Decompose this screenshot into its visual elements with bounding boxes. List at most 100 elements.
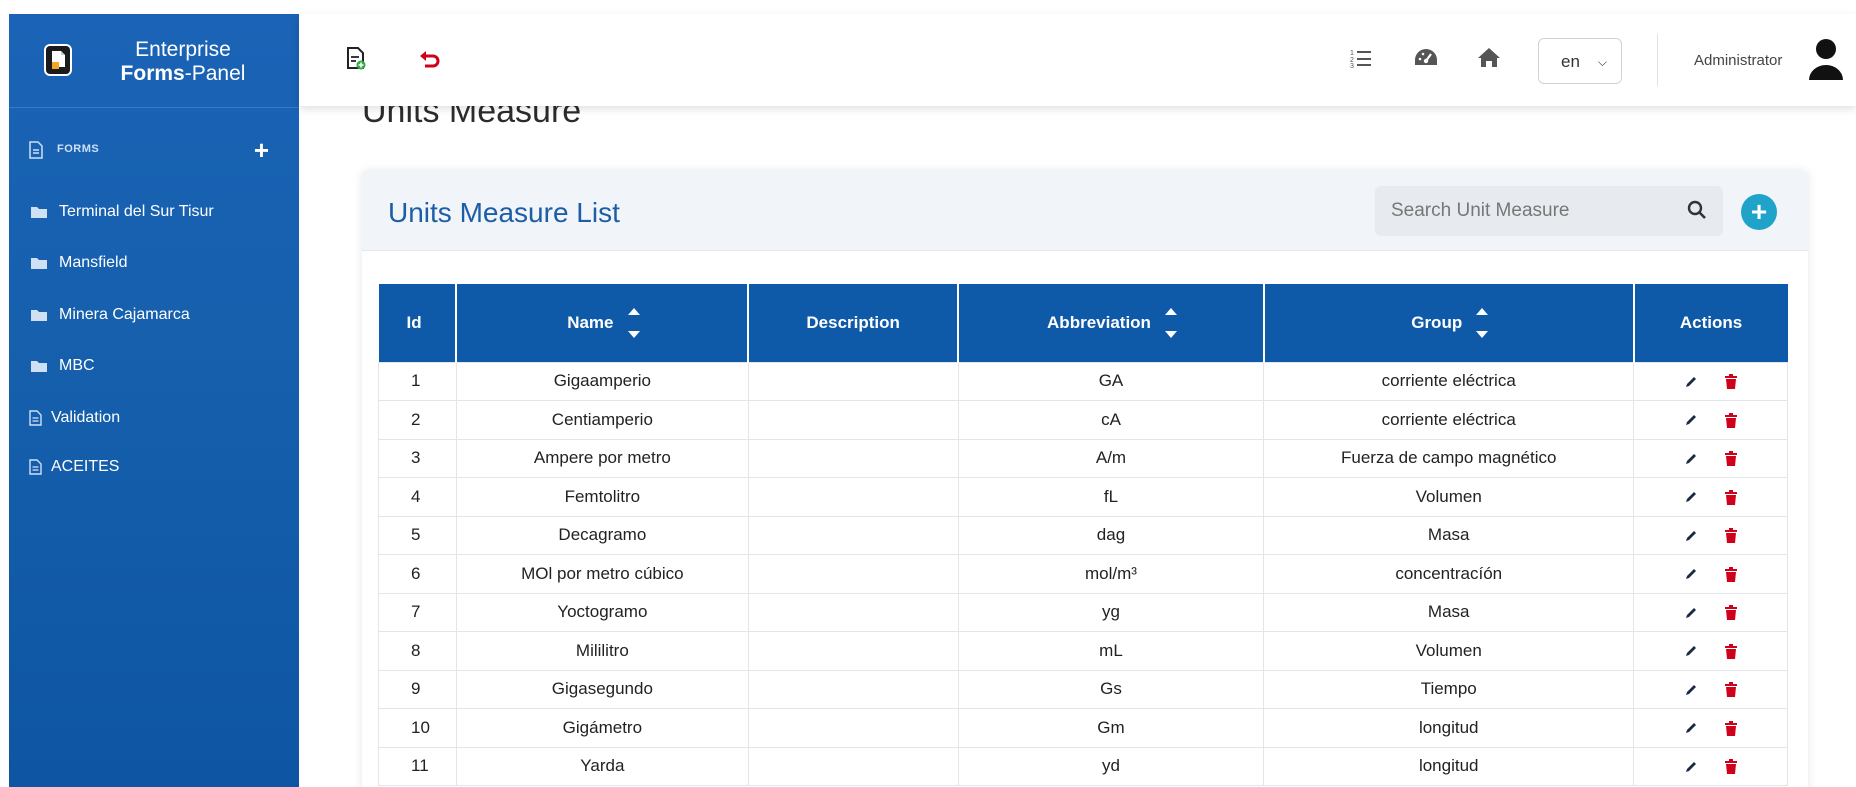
cell-id: 6 xyxy=(378,554,457,594)
edit-icon[interactable] xyxy=(1684,606,1698,620)
delete-icon[interactable] xyxy=(1724,605,1737,621)
table-row: 3 Ampere por metro A/m Fuerza de campo m… xyxy=(378,438,1788,478)
edit-icon[interactable] xyxy=(1684,452,1698,466)
add-form-button[interactable]: + xyxy=(254,135,269,165)
edit-icon[interactable] xyxy=(1684,644,1698,658)
cell-name: Mililitro xyxy=(455,631,749,671)
column-header-group[interactable]: Group xyxy=(1263,284,1635,362)
edit-icon[interactable] xyxy=(1684,760,1698,774)
units-measure-card: Units Measure List + Id Name Description… xyxy=(362,171,1808,787)
cell-actions xyxy=(1633,592,1788,632)
search-box xyxy=(1375,186,1723,236)
cell-name: Yoctogramo xyxy=(455,592,749,632)
cell-abbreviation: GA xyxy=(957,361,1265,401)
edit-icon[interactable] xyxy=(1684,721,1698,735)
column-header-name[interactable]: Name xyxy=(456,284,750,362)
table-row: 2 Centiamperio cA corriente eléctrica xyxy=(378,400,1788,440)
delete-icon[interactable] xyxy=(1724,489,1737,505)
sidebar-item-label: Mansfield xyxy=(59,254,128,271)
cell-name: Decagramo xyxy=(455,515,749,555)
undo-icon[interactable] xyxy=(419,50,441,70)
table-row: 10 Gigámetro Gm longitud xyxy=(378,708,1788,748)
delete-icon[interactable] xyxy=(1724,720,1737,736)
cell-description xyxy=(747,669,959,709)
cell-description xyxy=(747,438,959,478)
brand-logo-icon xyxy=(44,44,72,76)
column-header-actions: Actions xyxy=(1633,284,1788,362)
cell-group: longitud xyxy=(1263,708,1635,748)
delete-icon[interactable] xyxy=(1724,412,1737,428)
cell-group: Fuerza de campo magnético xyxy=(1263,438,1635,478)
cell-group: Masa xyxy=(1263,515,1635,555)
edit-icon[interactable] xyxy=(1684,567,1698,581)
cell-name: Gigámetro xyxy=(455,708,749,748)
cell-group: longitud xyxy=(1263,746,1635,786)
cell-description xyxy=(747,477,959,517)
table-row: 9 Gigasegundo Gs Tiempo xyxy=(378,669,1788,709)
add-unit-button[interactable]: + xyxy=(1741,194,1777,230)
document-icon xyxy=(29,459,42,475)
sidebar-item-mansfield[interactable]: Mansfield xyxy=(9,241,299,285)
edit-icon[interactable] xyxy=(1684,375,1698,389)
cell-actions xyxy=(1633,631,1788,671)
cell-description xyxy=(747,554,959,594)
cell-actions xyxy=(1633,669,1788,709)
edit-icon[interactable] xyxy=(1684,490,1698,504)
cell-name: Centiamperio xyxy=(455,400,749,440)
delete-icon[interactable] xyxy=(1724,528,1737,544)
cell-group: Volumen xyxy=(1263,477,1635,517)
brand-line2-rest: -Panel xyxy=(184,62,246,85)
language-select[interactable]: en ⌵ xyxy=(1538,38,1622,84)
search-input[interactable] xyxy=(1391,186,1661,236)
folder-icon xyxy=(31,361,47,372)
sidebar-item-terminal-del-sur-tisur[interactable]: Terminal del Sur Tisur xyxy=(9,190,299,234)
list-icon[interactable]: 1 2 3 xyxy=(1350,48,1372,68)
brand-line1: Enterprise xyxy=(135,38,231,61)
sidebar-item-mbc[interactable]: MBC xyxy=(9,344,299,388)
cell-description xyxy=(747,631,959,671)
cell-description xyxy=(747,400,959,440)
user-avatar-icon[interactable] xyxy=(1807,38,1845,82)
search-icon[interactable] xyxy=(1687,200,1707,220)
cell-actions xyxy=(1633,515,1788,555)
sidebar-item-aceites[interactable]: ACEITES xyxy=(9,445,299,489)
table-row: 11 Yarda yd longitud xyxy=(378,746,1788,786)
edit-icon[interactable] xyxy=(1684,529,1698,543)
new-form-icon[interactable] xyxy=(346,46,366,70)
column-header-abbreviation[interactable]: Abbreviation xyxy=(958,284,1265,362)
delete-icon[interactable] xyxy=(1724,374,1737,390)
sidebar-item-label: MBC xyxy=(59,357,95,374)
cell-actions xyxy=(1633,438,1788,478)
user-name[interactable]: Administrator xyxy=(1694,52,1782,69)
cell-abbreviation: A/m xyxy=(957,438,1265,478)
edit-icon[interactable] xyxy=(1684,413,1698,427)
folder-icon xyxy=(31,258,47,269)
home-icon[interactable] xyxy=(1477,46,1501,68)
language-value: en xyxy=(1561,52,1580,71)
delete-icon[interactable] xyxy=(1724,566,1737,582)
sort-icon[interactable] xyxy=(627,307,640,338)
edit-icon[interactable] xyxy=(1684,683,1698,697)
sidebar-item-minera-cajamarca[interactable]: Minera Cajamarca xyxy=(9,293,299,337)
cell-id: 3 xyxy=(378,438,457,478)
delete-icon[interactable] xyxy=(1724,759,1737,775)
cell-actions xyxy=(1633,400,1788,440)
cell-id: 1 xyxy=(378,361,457,401)
folder-icon xyxy=(31,310,47,321)
document-icon xyxy=(29,141,43,159)
sidebar-item-label: Minera Cajamarca xyxy=(59,306,190,323)
sidebar: Enterprise Forms-Panel FORMS + Terminal … xyxy=(9,14,299,787)
units-table: Id Name Description Abbreviation Group A… xyxy=(378,284,1788,786)
delete-icon[interactable] xyxy=(1724,682,1737,698)
brand-line2-bold: Forms xyxy=(120,62,185,85)
cell-abbreviation: Gm xyxy=(957,708,1265,748)
sort-icon[interactable] xyxy=(1476,307,1489,338)
delete-icon[interactable] xyxy=(1724,643,1737,659)
dashboard-icon[interactable] xyxy=(1414,47,1438,69)
brand[interactable]: Enterprise Forms-Panel xyxy=(9,14,299,108)
card-title: Units Measure List xyxy=(388,197,620,228)
sort-icon[interactable] xyxy=(1164,307,1177,338)
delete-icon[interactable] xyxy=(1724,451,1737,467)
sidebar-item-validation[interactable]: Validation xyxy=(9,396,299,440)
table-row: 6 MOl por metro cúbico mol/m³ concentrac… xyxy=(378,554,1788,594)
